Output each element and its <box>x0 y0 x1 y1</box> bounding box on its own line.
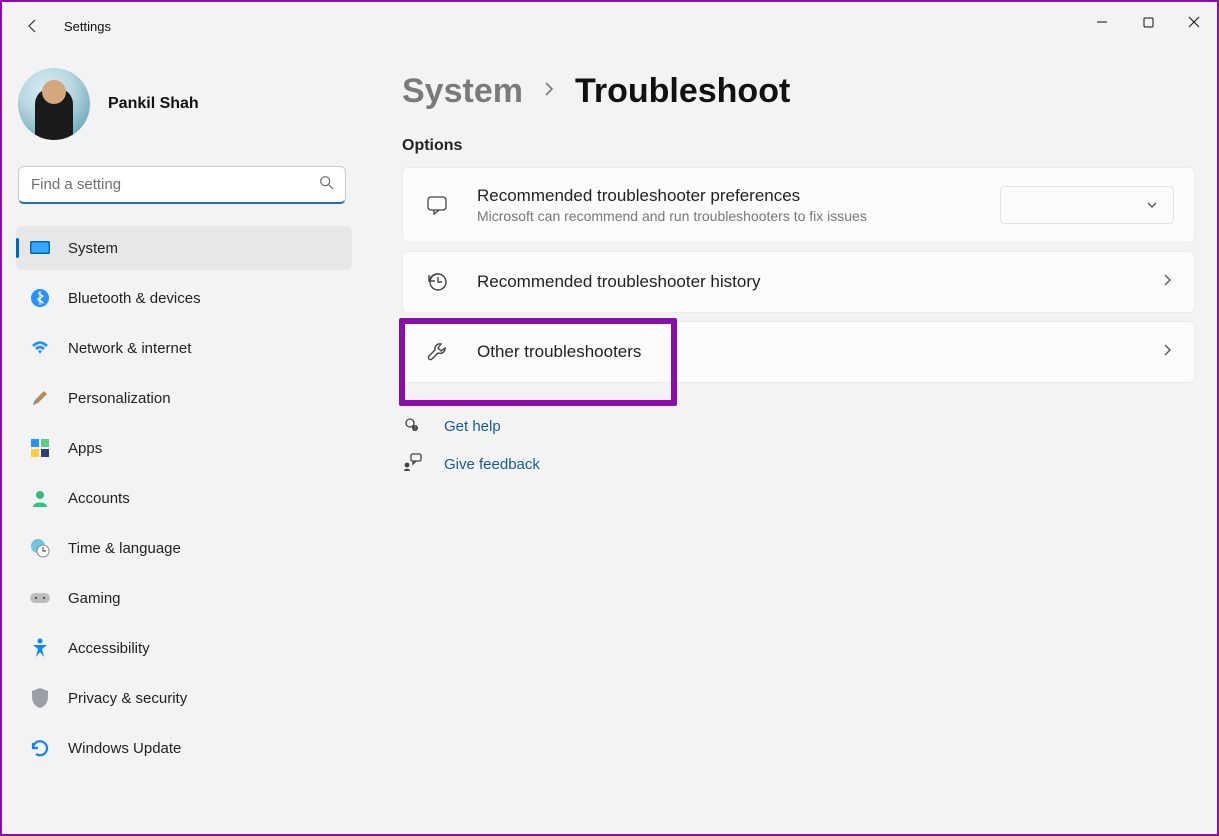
sidebar-item-time[interactable]: Time & language <box>16 526 352 570</box>
main-content: System Troubleshoot Options Recommended … <box>362 50 1217 834</box>
sidebar-item-label: Network & internet <box>68 340 191 357</box>
arrow-left-icon <box>25 18 41 34</box>
apps-icon <box>30 438 50 458</box>
chat-icon <box>423 193 451 217</box>
titlebar: Settings <box>2 2 1217 50</box>
help-icon <box>402 415 420 438</box>
sidebar: Pankil Shah System Bluetooth & devices <box>2 50 362 834</box>
maximize-icon <box>1143 17 1154 28</box>
breadcrumb: System Troubleshoot <box>402 72 1195 111</box>
sidebar-item-label: Windows Update <box>68 740 181 757</box>
chevron-right-icon <box>1160 273 1174 292</box>
give-feedback-link[interactable]: Give feedback <box>444 456 540 473</box>
close-icon <box>1188 16 1200 28</box>
help-row-get-help: Get help <box>402 411 1195 441</box>
minimize-button[interactable] <box>1079 2 1125 42</box>
sidebar-item-accessibility[interactable]: Accessibility <box>16 626 352 670</box>
card-other-troubleshooters[interactable]: Other troubleshooters <box>402 321 1195 383</box>
system-icon <box>30 238 50 258</box>
back-button[interactable] <box>18 11 48 41</box>
avatar <box>18 68 90 140</box>
get-help-link[interactable]: Get help <box>444 418 501 435</box>
sidebar-item-system[interactable]: System <box>16 226 352 270</box>
chevron-right-icon <box>1160 343 1174 362</box>
clock-globe-icon <box>30 538 50 558</box>
card-subtitle: Microsoft can recommend and run troubles… <box>477 208 974 224</box>
sidebar-item-label: Accounts <box>68 490 130 507</box>
search-input[interactable] <box>18 166 346 204</box>
sidebar-item-label: Personalization <box>68 390 171 407</box>
gaming-icon <box>30 588 50 608</box>
window-controls <box>1079 2 1217 42</box>
sidebar-item-label: Gaming <box>68 590 121 607</box>
history-icon <box>423 270 451 294</box>
chevron-right-icon <box>541 81 557 102</box>
paintbrush-icon <box>30 388 50 408</box>
card-recommended-prefs[interactable]: Recommended troubleshooter preferences M… <box>402 167 1195 243</box>
sidebar-nav: System Bluetooth & devices Network & int… <box>16 226 352 776</box>
breadcrumb-current: Troubleshoot <box>575 72 790 111</box>
profile-block[interactable]: Pankil Shah <box>16 68 352 140</box>
feedback-icon <box>402 453 420 476</box>
minimize-icon <box>1096 16 1108 28</box>
sidebar-item-accounts[interactable]: Accounts <box>16 476 352 520</box>
card-title: Recommended troubleshooter preferences <box>477 186 974 206</box>
sidebar-item-label: Bluetooth & devices <box>68 290 201 307</box>
sidebar-item-label: Privacy & security <box>68 690 187 707</box>
shield-icon <box>30 688 50 708</box>
sidebar-item-update[interactable]: Windows Update <box>16 726 352 770</box>
accessibility-icon <box>30 638 50 658</box>
section-heading: Options <box>402 137 1195 155</box>
sidebar-item-privacy[interactable]: Privacy & security <box>16 676 352 720</box>
accounts-icon <box>30 488 50 508</box>
update-icon <box>30 738 50 758</box>
card-troubleshooter-history[interactable]: Recommended troubleshooter history <box>402 251 1195 313</box>
search-wrap <box>18 166 346 204</box>
wifi-icon <box>30 338 50 358</box>
sidebar-item-label: System <box>68 240 118 257</box>
chevron-down-icon <box>1145 198 1159 212</box>
sidebar-item-personalization[interactable]: Personalization <box>16 376 352 420</box>
sidebar-item-network[interactable]: Network & internet <box>16 326 352 370</box>
prefs-dropdown[interactable] <box>1000 186 1174 224</box>
close-button[interactable] <box>1171 2 1217 42</box>
search-icon <box>319 175 334 195</box>
help-row-feedback: Give feedback <box>402 449 1195 479</box>
sidebar-item-label: Accessibility <box>68 640 150 657</box>
sidebar-item-apps[interactable]: Apps <box>16 426 352 470</box>
maximize-button[interactable] <box>1125 2 1171 42</box>
breadcrumb-parent[interactable]: System <box>402 72 523 111</box>
sidebar-item-bluetooth[interactable]: Bluetooth & devices <box>16 276 352 320</box>
sidebar-item-gaming[interactable]: Gaming <box>16 576 352 620</box>
card-title: Other troubleshooters <box>477 342 1134 362</box>
sidebar-item-label: Time & language <box>68 540 181 557</box>
wrench-icon <box>423 340 451 364</box>
sidebar-item-label: Apps <box>68 440 102 457</box>
bluetooth-icon <box>30 288 50 308</box>
card-title: Recommended troubleshooter history <box>477 272 1134 292</box>
app-title: Settings <box>64 19 111 34</box>
user-name: Pankil Shah <box>108 95 199 113</box>
